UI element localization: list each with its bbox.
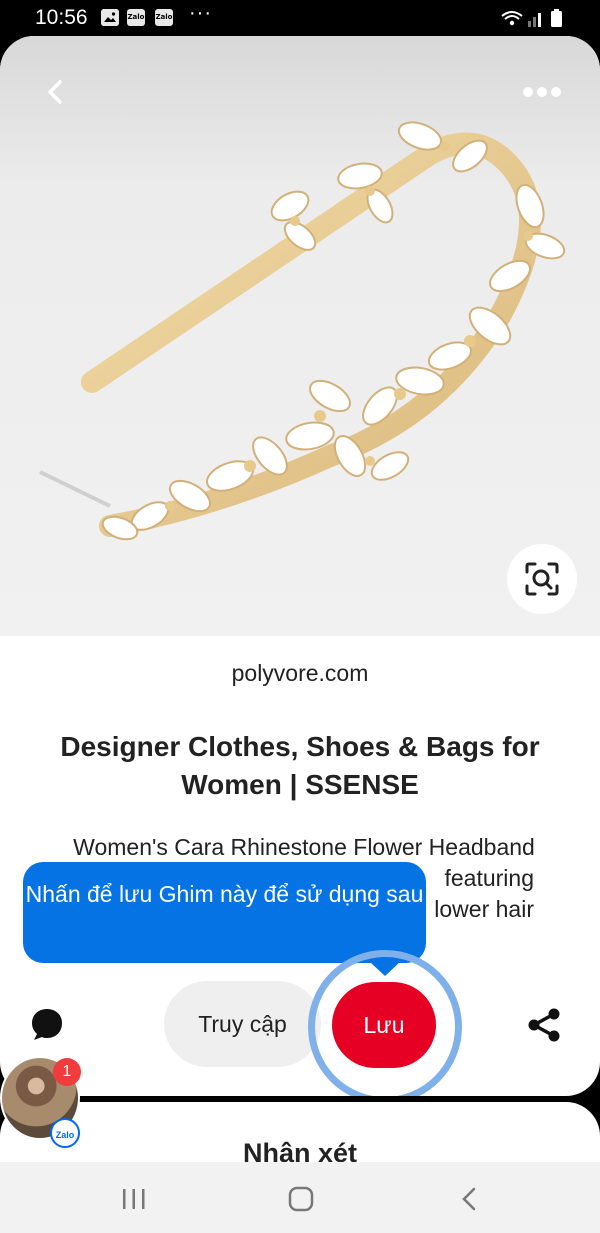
status-bar: 10:56 Zalo Zalo ··· [0, 0, 600, 36]
save-hint-tooltip[interactable]: Nhấn để lưu Ghim này để sử dụng sau [23, 862, 426, 963]
more-notifications-icon: ··· [189, 2, 212, 24]
status-time: 10:56 [35, 6, 88, 29]
back-button[interactable] [36, 72, 76, 112]
speech-bubble-icon [32, 1009, 62, 1040]
home-button[interactable] [287, 1186, 315, 1212]
gallery-icon [101, 9, 119, 26]
more-horizontal-icon [523, 87, 561, 97]
back-nav-button[interactable] [456, 1186, 484, 1212]
recent-apps-icon [123, 1189, 145, 1209]
comments-section: Nhận xét [0, 1102, 600, 1162]
more-options-button[interactable] [518, 80, 566, 104]
visual-search-button[interactable] [507, 544, 577, 614]
pin-image[interactable] [0, 36, 600, 636]
share-button[interactable] [526, 1007, 562, 1043]
comments-title: Nhận xét [242, 1138, 358, 1162]
pin-title: Designer Clothes, Shoes & Bags for Women… [60, 731, 540, 800]
description-line: Women's Cara Rhinestone Flower Headband [73, 834, 535, 860]
save-button[interactable]: Lưu [332, 982, 436, 1068]
zalo-chat-head[interactable]: 1 Zalo [0, 1056, 84, 1148]
chevron-left-icon [48, 80, 62, 104]
lens-search-icon [525, 562, 559, 596]
zalo-icon: Zalo [127, 9, 145, 26]
zalo-icon: Zalo [155, 9, 173, 26]
back-arrow-icon [462, 1187, 476, 1211]
visit-button[interactable]: Truy cập [164, 981, 321, 1067]
pin-source-domain[interactable]: polyvore.com [0, 660, 600, 687]
signal-battery-icons [501, 9, 562, 27]
unread-badge: 1 [53, 1058, 81, 1086]
comment-button[interactable] [30, 1007, 64, 1041]
share-icon [528, 1008, 560, 1042]
system-indicators [500, 8, 566, 28]
home-icon [288, 1186, 314, 1212]
pin-detail-card: polyvore.com Designer Clothes, Shoes & B… [0, 36, 600, 1096]
recent-apps-button[interactable] [120, 1186, 148, 1212]
zalo-logo-icon: Zalo [50, 1118, 80, 1148]
system-navigation-bar [0, 1162, 600, 1233]
